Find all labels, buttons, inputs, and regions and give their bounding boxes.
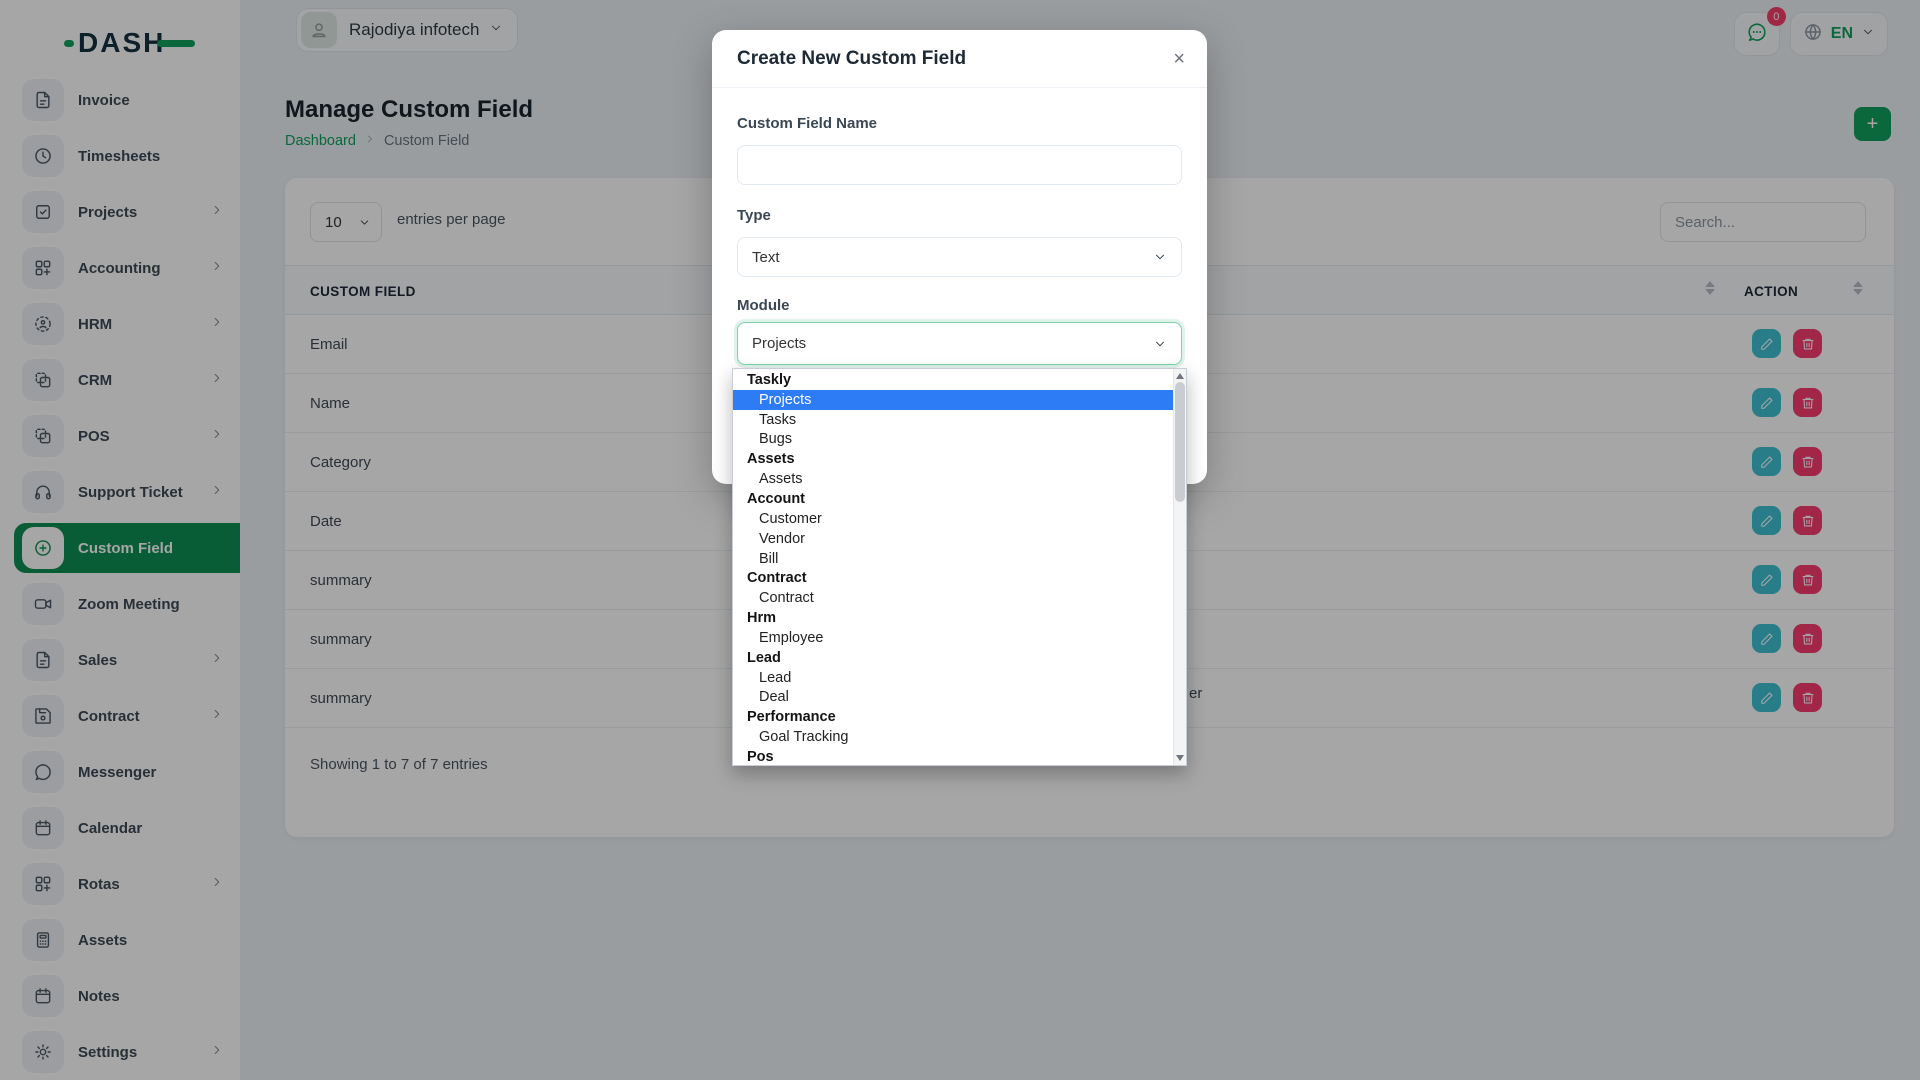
option[interactable]: Bugs	[733, 430, 1173, 450]
option-group: Assets	[733, 449, 1173, 469]
module-select[interactable]: Projects	[737, 322, 1182, 365]
option-selected[interactable]: Projects	[733, 390, 1173, 410]
custom-field-name-input[interactable]	[737, 145, 1182, 185]
option-group: Taskly	[733, 370, 1173, 390]
option[interactable]: Deal	[733, 688, 1173, 708]
option-group: Pos	[733, 747, 1173, 766]
option[interactable]: Goal Tracking	[733, 727, 1173, 747]
type-select-value: Text	[752, 249, 780, 266]
dropdown-scrollbar[interactable]	[1173, 369, 1186, 765]
option-group: Contract	[733, 568, 1173, 588]
module-dropdown-list: Taskly Projects Tasks Bugs Assets Assets…	[732, 368, 1187, 766]
scrollbar-thumb[interactable]	[1175, 382, 1185, 502]
type-label: Type	[737, 207, 771, 224]
option[interactable]: Customer	[733, 509, 1173, 529]
chevron-down-icon	[1153, 250, 1167, 264]
module-label: Module	[737, 297, 790, 314]
option[interactable]: Vendor	[733, 529, 1173, 549]
close-icon[interactable]: ×	[1173, 49, 1185, 69]
option[interactable]: Tasks	[733, 410, 1173, 430]
module-select-value: Projects	[752, 335, 806, 352]
app-root: DASH Invoice Timesheets Projects Account…	[0, 0, 1920, 1080]
option[interactable]: Lead	[733, 668, 1173, 688]
option[interactable]: Contract	[733, 588, 1173, 608]
scroll-down-icon[interactable]	[1176, 755, 1184, 761]
chevron-down-icon	[1153, 337, 1167, 351]
option[interactable]: Bill	[733, 549, 1173, 569]
option-group: Account	[733, 489, 1173, 509]
option[interactable]: Assets	[733, 469, 1173, 489]
modal-title: Create New Custom Field	[737, 48, 966, 70]
option-group: Performance	[733, 707, 1173, 727]
custom-field-name-label: Custom Field Name	[737, 115, 877, 132]
option-group: Lead	[733, 648, 1173, 668]
module-options: Taskly Projects Tasks Bugs Assets Assets…	[733, 370, 1173, 766]
option-group: Hrm	[733, 608, 1173, 628]
modal-header: Create New Custom Field ×	[712, 30, 1207, 88]
type-select[interactable]: Text	[737, 237, 1182, 277]
scroll-up-icon[interactable]	[1176, 373, 1184, 379]
option[interactable]: Employee	[733, 628, 1173, 648]
